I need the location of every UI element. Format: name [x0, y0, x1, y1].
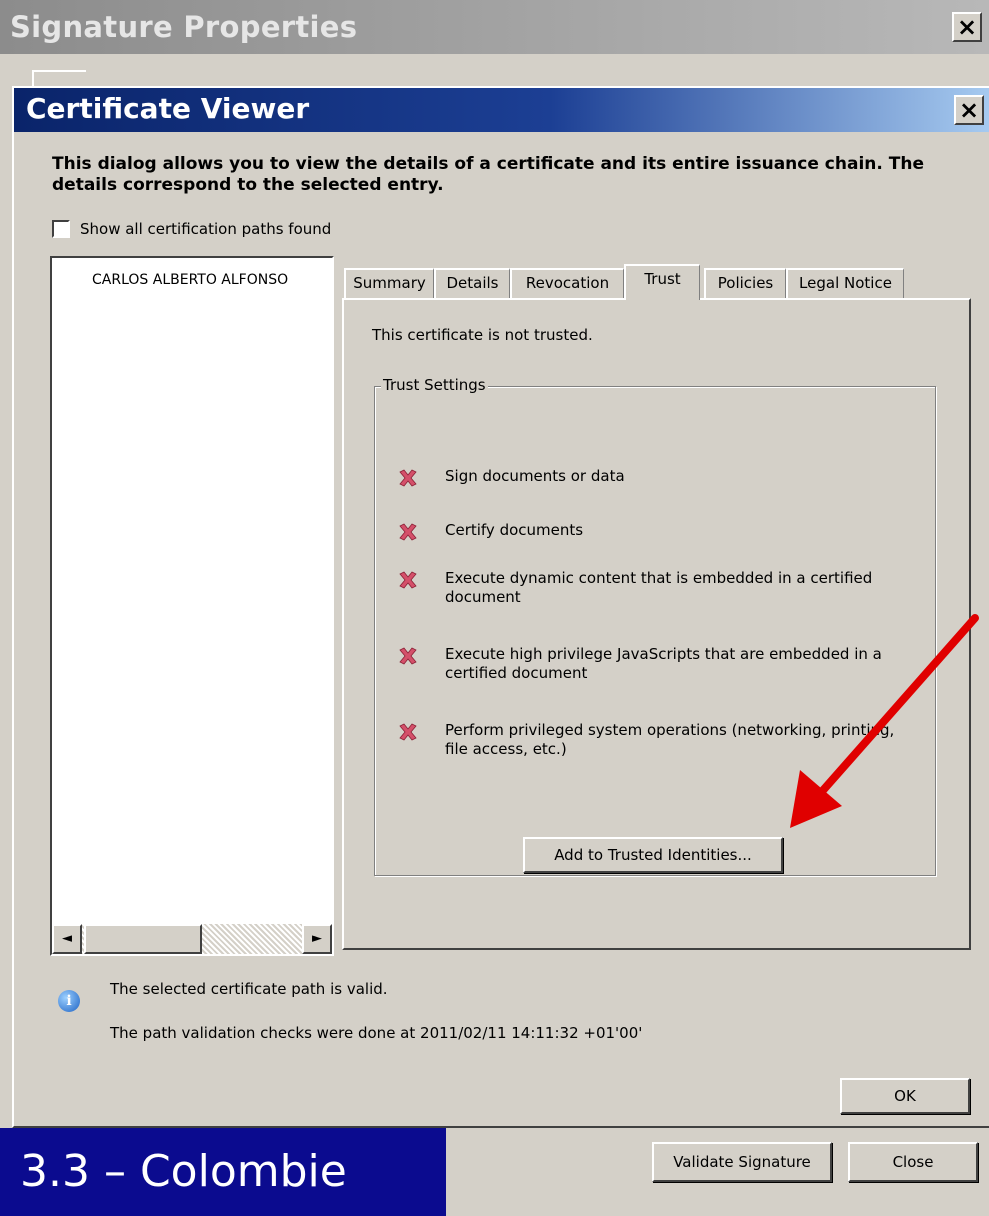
x-mark-icon [399, 523, 417, 541]
trust-item-certify: Certify documents [397, 521, 905, 543]
trust-item-dynamic-content: Execute dynamic content that is embedded… [397, 569, 905, 607]
x-mark-icon [399, 647, 417, 665]
scroll-right-button[interactable]: ► [302, 924, 332, 954]
certificate-path-list[interactable]: CARLOS ALBERTO ALFONSO ◄ ► [50, 256, 334, 956]
certificate-viewer-titlebar: Certificate Viewer × [14, 88, 989, 132]
certificate-viewer-dialog: Certificate Viewer × This dialog allows … [12, 86, 989, 1128]
certificate-viewer-close-button[interactable]: × [954, 95, 984, 125]
x-mark-icon [399, 723, 417, 741]
trust-item-sign: Sign documents or data [397, 467, 905, 489]
ok-button[interactable]: OK [840, 1078, 970, 1114]
tab-summary[interactable]: Summary [344, 268, 434, 298]
info-icon: i [58, 990, 80, 1012]
tab-legal-notice[interactable]: Legal Notice [786, 268, 904, 298]
trust-status-text: This certificate is not trusted. [372, 326, 593, 344]
certificate-viewer-title: Certificate Viewer [26, 92, 310, 125]
tab-trust[interactable]: Trust [624, 264, 700, 300]
dialog-description: This dialog allows you to view the detai… [52, 154, 924, 195]
tab-policies[interactable]: Policies [704, 268, 786, 298]
trust-item-label: Execute dynamic content that is embedded… [445, 569, 873, 606]
close-button[interactable]: Close [848, 1142, 978, 1182]
slide-section-label: 3.3 – Colombie [0, 1128, 446, 1216]
signature-properties-titlebar: Signature Properties × [0, 0, 989, 54]
scroll-left-button[interactable]: ◄ [52, 924, 82, 954]
tab-details[interactable]: Details [434, 268, 510, 298]
x-mark-icon [399, 571, 417, 589]
x-mark-icon [399, 469, 417, 487]
tab-revocation[interactable]: Revocation [510, 268, 624, 298]
trust-item-label: Certify documents [445, 521, 584, 539]
show-all-paths-checkbox[interactable] [52, 220, 70, 238]
trust-settings-title: Trust Settings [381, 376, 488, 394]
certificate-list-horizontal-scrollbar[interactable]: ◄ ► [52, 924, 332, 954]
trust-item-label: Sign documents or data [445, 467, 625, 485]
add-to-trusted-identities-button[interactable]: Add to Trusted Identities... [523, 837, 783, 873]
validate-signature-button[interactable]: Validate Signature [652, 1142, 832, 1182]
red-arrow-annotation [790, 614, 979, 828]
path-valid-message: The selected certificate path is valid. [110, 980, 388, 998]
show-all-paths-label[interactable]: Show all certification paths found [80, 220, 331, 238]
show-all-paths-row[interactable]: Show all certification paths found [52, 220, 331, 238]
path-validation-time: The path validation checks were done at … [110, 1024, 643, 1042]
signature-properties-close-button[interactable]: × [952, 12, 982, 42]
scroll-thumb[interactable] [84, 924, 202, 954]
signature-properties-title: Signature Properties [10, 10, 358, 44]
signature-properties-tab-stub [32, 70, 86, 86]
certificate-path-item[interactable]: CARLOS ALBERTO ALFONSO [92, 272, 334, 288]
